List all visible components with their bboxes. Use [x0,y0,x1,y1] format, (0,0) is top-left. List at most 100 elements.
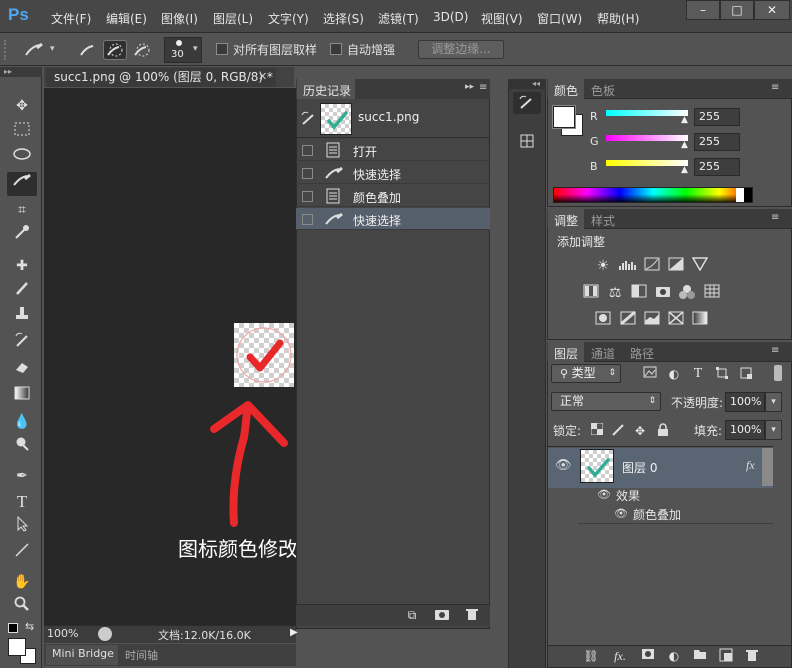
auto-enhance-checkbox[interactable] [330,43,342,55]
adjustment-layer-filter-icon[interactable]: ◐ [666,366,682,382]
history-item[interactable]: 颜色叠加 [296,185,490,207]
brush-tool-icon[interactable] [7,280,37,304]
blend-mode-select[interactable]: 正常 ⇕ [551,392,661,411]
blur-tool-icon[interactable]: 💧 [7,410,37,434]
history-source-checkbox[interactable] [302,145,313,156]
foreground-color-box[interactable] [552,105,576,129]
threshold-icon[interactable] [643,311,661,329]
menu-layer[interactable]: 图层(L) [213,10,253,27]
hand-tool-icon[interactable]: ✋ [7,570,37,594]
green-slider[interactable] [606,135,688,141]
mini-bridge-tab[interactable]: Mini Bridge [52,647,114,660]
posterize-icon[interactable] [619,310,637,329]
3d-panel-button[interactable] [513,130,541,152]
dock-expand-icon[interactable]: ◂◂ [508,79,546,89]
default-colors-icon[interactable] [8,623,18,633]
blue-value-field[interactable]: 255 [694,158,740,176]
path-selection-tool-icon[interactable] [7,515,37,540]
type-layer-filter-icon[interactable]: T [690,366,706,382]
marquee-tool-icon[interactable] [7,120,37,144]
history-snapshot[interactable]: succ1.png [296,100,490,138]
maximize-button[interactable]: □ [720,0,754,20]
add-to-selection-icon[interactable] [103,40,127,60]
line-tool-icon[interactable] [7,542,37,566]
lock-transparent-icon[interactable] [589,422,605,439]
new-selection-icon[interactable] [76,40,100,60]
panel-menu-icon[interactable]: ≡ [771,212,779,223]
history-source-checkbox[interactable] [302,168,313,179]
filter-toggle-switch[interactable] [774,365,782,381]
layer-name[interactable]: 图层 0 [622,459,657,476]
brightness-icon[interactable]: ☀ [594,257,612,275]
eye-visibility-icon[interactable]: 👁 [614,507,628,520]
smart-object-filter-icon[interactable] [738,366,754,382]
lock-position-icon[interactable]: ✥ [632,423,648,439]
green-value-field[interactable]: 255 [694,133,740,151]
new-group-icon[interactable] [692,648,708,664]
history-item-selected[interactable]: 快速选择 [296,208,490,230]
color-tab[interactable]: 颜色 [554,82,578,99]
pixel-layer-filter-icon[interactable] [642,366,658,382]
lock-pixels-icon[interactable] [610,423,626,439]
curves-icon[interactable] [643,257,661,275]
slider-handle-icon[interactable]: ▲ [681,165,688,175]
add-mask-icon[interactable] [640,648,656,664]
black-white-icon[interactable] [630,284,648,302]
document-tab[interactable]: succ1.png @ 100% (图层 0, RGB/8) * [46,68,276,87]
eyedropper-tool-icon[interactable] [7,224,37,248]
red-slider[interactable] [606,110,688,116]
panel-menu-icon[interactable]: ≡ [771,345,779,356]
chevron-down-icon[interactable]: ▾ [50,44,55,54]
new-layer-icon[interactable] [718,648,734,664]
styles-tab[interactable]: 样式 [591,212,615,229]
menu-filter[interactable]: 滤镜(T) [378,10,419,27]
history-tab[interactable]: 历史记录 [303,82,351,99]
channel-mixer-icon[interactable] [678,284,696,302]
pen-tool-icon[interactable]: ✒ [7,464,37,488]
layer-filter-select[interactable]: ⚲ 类型 ⇕ [551,364,621,383]
new-document-from-state-icon[interactable]: ⧉ [404,607,420,623]
hue-saturation-icon[interactable] [582,284,600,302]
trash-icon[interactable] [464,607,480,623]
panel-menu-icon[interactable]: ≡ [771,82,779,93]
selective-color-icon[interactable] [667,311,685,329]
timeline-tab[interactable]: 时间轴 [125,647,158,663]
minimize-button[interactable]: – [686,0,720,20]
lock-all-icon[interactable] [655,423,671,439]
menu-view[interactable]: 视图(V) [481,10,523,27]
color-lookup-icon[interactable] [703,284,721,302]
invert-icon[interactable] [594,311,612,329]
refine-edge-button[interactable]: 调整边缘... [418,40,504,59]
clone-stamp-tool-icon[interactable] [7,306,37,330]
history-item[interactable]: 快速选择 [296,162,490,184]
menu-window[interactable]: 窗口(W) [537,10,582,27]
gradient-tool-icon[interactable] [7,384,37,408]
eye-visibility-icon[interactable]: 👁 [597,488,611,501]
sample-all-layers-checkbox[interactable] [216,43,228,55]
slider-handle-icon[interactable]: ▲ [681,140,688,150]
menu-edit[interactable]: 编辑(E) [106,10,147,27]
quick-select-preset-icon[interactable] [22,40,46,60]
channels-tab[interactable]: 通道 [591,345,615,362]
menu-file[interactable]: 文件(F) [51,10,91,27]
blue-slider[interactable] [606,160,688,166]
healing-brush-tool-icon[interactable]: ✚ [7,254,37,278]
panel-menu-icon[interactable]: ≡ [479,82,487,93]
panel-collapse-icon[interactable]: ▸▸ [465,82,474,92]
opacity-field[interactable]: 100% [725,392,765,412]
photo-filter-icon[interactable] [654,284,672,302]
lasso-tool-icon[interactable] [7,146,37,170]
history-brush-tool-icon[interactable] [7,332,37,356]
effect-color-overlay[interactable]: 颜色叠加 [633,506,681,523]
move-tool-icon[interactable]: ✥ [7,94,37,118]
close-button[interactable]: ✕ [754,0,790,20]
fill-field[interactable]: 100% [725,420,765,440]
delete-layer-icon[interactable] [744,648,760,664]
red-value-field[interactable]: 255 [694,108,740,126]
zoom-level[interactable]: 100% [47,627,78,640]
layers-scrollbar[interactable] [762,448,773,486]
brush-size-picker[interactable]: 30 ▾ [164,37,202,63]
menu-select[interactable]: 选择(S) [323,10,364,27]
history-source-checkbox[interactable] [302,214,313,225]
swap-colors-icon[interactable]: ⇆ [25,620,34,633]
